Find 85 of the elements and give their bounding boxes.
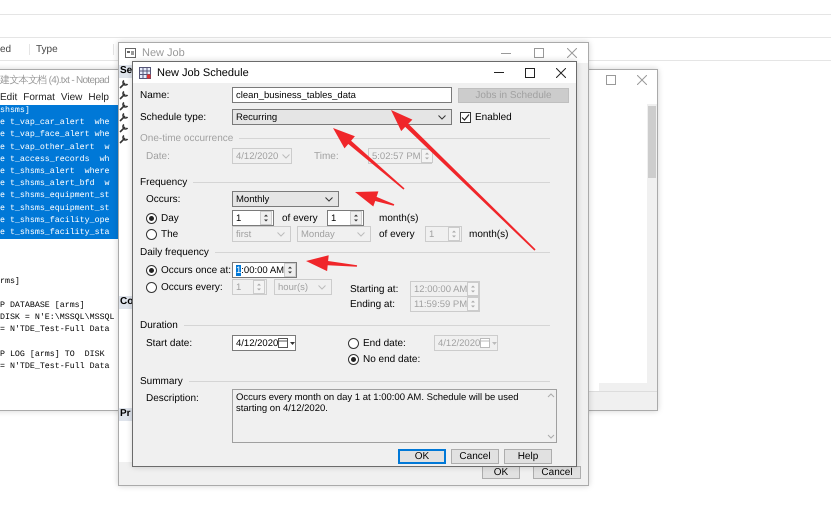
radio-button[interactable]: Day [146, 210, 232, 226]
months-spinner[interactable]: 1 [327, 210, 364, 226]
field-label: Ending at: [350, 298, 396, 310]
wrench-icon [119, 79, 129, 89]
field-label: Date: [146, 150, 171, 162]
menu-item[interactable]: Format [23, 92, 55, 102]
chevron-down-icon [277, 232, 285, 236]
dialog-button[interactable]: OK [482, 466, 520, 479]
column-header[interactable]: ed [0, 44, 30, 54]
calendar-icon[interactable] [278, 338, 296, 348]
dialog-button[interactable]: Cancel [533, 466, 581, 479]
window-icon [125, 48, 136, 58]
enabled-checkbox[interactable]: Enabled [460, 109, 540, 125]
section-title: One-time occurrence [140, 132, 234, 144]
day-spinner[interactable]: 1 [232, 210, 274, 226]
close-icon [636, 75, 646, 85]
section-title: Summary [140, 376, 183, 386]
menu-item[interactable]: View [60, 92, 82, 102]
field-label: month(s) [469, 228, 508, 240]
chevron-down-icon [547, 434, 556, 440]
wrench-icon [119, 101, 129, 111]
spin-arrows-icon[interactable] [260, 211, 272, 225]
description-textarea[interactable]: Occurs every month on day 1 at 1:00:00 AM. Schedule will be used starting on 4/12/2020. [232, 389, 557, 443]
code-line: rms] [0, 276, 21, 288]
occurs-dropdown[interactable]: Monthly [232, 191, 339, 207]
dialog-button[interactable]: Help [504, 449, 552, 464]
time-spinner[interactable]: 1:00:00 AM [232, 262, 297, 278]
spin-arrows-icon[interactable] [350, 211, 362, 225]
annotation-arrow [306, 255, 358, 272]
section-title: Frequency [140, 176, 188, 188]
minimize-icon [494, 72, 504, 73]
window-title: New Job Schedule [157, 66, 249, 78]
menu-item[interactable]: Help [88, 92, 109, 102]
chevron-down-icon [325, 196, 333, 202]
calendar-icon [139, 66, 151, 78]
field-label: Schedule type: [140, 112, 208, 122]
field-label: Start date: [146, 338, 194, 348]
name-input[interactable]: clean_business_tables_data [232, 87, 452, 103]
field-label: month(s) [379, 212, 418, 224]
maximize-icon [606, 75, 616, 85]
wrench-icon [119, 90, 129, 100]
radio-button[interactable]: Occurs every: [146, 279, 232, 295]
radio-button[interactable]: The [146, 226, 232, 242]
code-line: = N'TDE_Test-Full Data [0, 324, 111, 336]
chevron-down-icon [357, 232, 365, 236]
spin-arrows-icon[interactable] [284, 263, 296, 277]
field-label: Description: [146, 393, 200, 406]
radio-button[interactable]: No end date: [348, 351, 420, 367]
wrench-icon [119, 112, 129, 122]
dialog-button[interactable]: Cancel [451, 449, 499, 464]
field-label: of every [379, 228, 416, 240]
check-icon [461, 112, 470, 122]
wrench-icon [119, 134, 129, 144]
chevron-up-icon [547, 392, 556, 398]
window-title: New Job [142, 47, 185, 59]
section-title: Daily frequency [140, 246, 209, 258]
code-line: = N'TDE_Test-Full Data [0, 360, 111, 373]
vertical-scrollbar[interactable] [647, 104, 657, 383]
wrench-icon [119, 123, 129, 133]
radio-button[interactable]: End date: [348, 335, 434, 351]
field-label: of every [282, 212, 319, 224]
close-icon [566, 48, 576, 58]
pane-header: Se [119, 65, 133, 78]
schedule-type-dropdown[interactable]: Recurring [232, 109, 452, 125]
column-header[interactable]: Type [30, 44, 114, 54]
horizontal-scrollbar[interactable] [599, 383, 657, 391]
section-title: Duration [140, 320, 178, 330]
close-icon [556, 68, 566, 78]
chevron-down-icon [318, 284, 326, 290]
menu-item[interactable]: Edit [0, 92, 18, 102]
code-line: P LOG [arms] TO DISK [0, 348, 106, 361]
field-label: Time: [314, 150, 340, 162]
radio-button[interactable]: Occurs once at: [146, 262, 232, 278]
chevron-down-icon [438, 114, 446, 120]
minimize-icon [500, 52, 510, 54]
chevron-down-icon [282, 154, 290, 158]
window-title: 建文本文档 (4).txt - Notepad [0, 74, 109, 87]
field-label: Occurs: [146, 194, 182, 204]
date-picker[interactable]: 4/12/2020 [232, 335, 296, 351]
field-label: Name: [140, 90, 170, 100]
pane-header: Pr [119, 408, 133, 421]
field-label: Starting at: [350, 284, 400, 294]
description-text: Occurs every month on day 1 at 1:00:00 AM. Schedule will be used starting on 4/12/2020. [236, 392, 520, 416]
code-line: DISK = N'E:\MSSQL\MSSQL [0, 312, 116, 324]
dialog-button[interactable]: OK [398, 449, 446, 464]
